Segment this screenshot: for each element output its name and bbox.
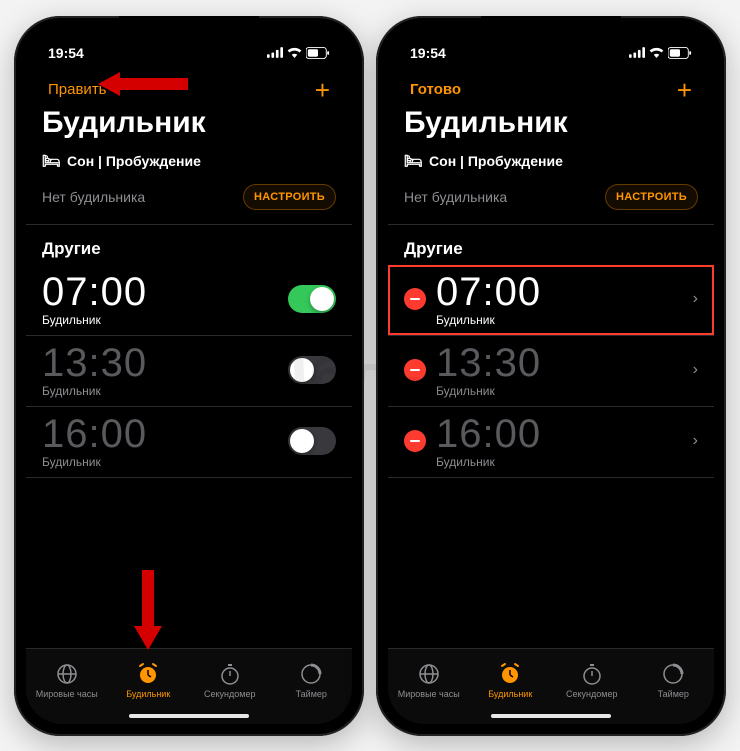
wifi-icon — [649, 47, 664, 58]
alarm-list-edit: 07:00 Будильник › 13:30 Будильник › — [388, 265, 714, 648]
alarm-toggle[interactable] — [288, 356, 336, 384]
setup-sleep-button[interactable]: НАСТРОИТЬ — [605, 184, 698, 210]
tab-label: Секундомер — [566, 689, 617, 699]
alarm-time: 16:00 — [436, 413, 683, 455]
alarm-toggle[interactable] — [288, 427, 336, 455]
alarm-label: Будильник — [436, 455, 683, 469]
screen-right: 19:54 Готово + Будильник 🛏 Сон | Пробужд… — [388, 28, 714, 724]
delete-alarm-button[interactable] — [404, 430, 426, 452]
tab-label: Секундомер — [204, 689, 255, 699]
nav-bar: Править + — [26, 68, 352, 104]
nav-bar: Готово + — [388, 68, 714, 104]
alarm-row[interactable]: 13:30 Будильник — [26, 336, 352, 407]
wifi-icon — [287, 47, 302, 58]
timer-icon — [299, 662, 323, 686]
bed-icon: 🛏 — [42, 152, 61, 170]
tab-label: Мировые часы — [398, 689, 460, 699]
notch — [481, 16, 621, 40]
globe-icon — [55, 662, 79, 686]
chevron-right-icon: › — [693, 432, 698, 450]
status-time: 19:54 — [48, 45, 84, 61]
alarm-label: Будильник — [436, 313, 683, 327]
tab-world-clock[interactable]: Мировые часы — [26, 649, 108, 712]
bed-icon: 🛏 — [404, 152, 423, 170]
tab-label: Будильник — [126, 689, 170, 699]
tab-label: Таймер — [296, 689, 327, 699]
add-alarm-button[interactable]: + — [671, 76, 698, 104]
tab-stopwatch[interactable]: Секундомер — [189, 649, 271, 712]
alarm-time: 07:00 — [42, 271, 278, 313]
globe-icon — [417, 662, 441, 686]
no-alarm-label: Нет будильника — [42, 189, 145, 205]
cellular-icon — [629, 47, 645, 58]
sleep-section-label: Сон | Пробуждение — [429, 153, 563, 169]
tab-world-clock[interactable]: Мировые часы — [388, 649, 470, 712]
alarm-label: Будильник — [42, 455, 278, 469]
tab-alarm[interactable]: Будильник — [470, 649, 552, 712]
tab-bar: Мировые часы Будильник Секундомер Таймер — [388, 648, 714, 724]
alarm-toggle[interactable] — [288, 285, 336, 313]
tab-stopwatch[interactable]: Секундомер — [551, 649, 633, 712]
alarm-label: Будильник — [42, 313, 278, 327]
sleep-row: Нет будильника НАСТРОИТЬ — [388, 176, 714, 225]
tab-timer[interactable]: Таймер — [271, 649, 353, 712]
status-time: 19:54 — [410, 45, 446, 61]
stopwatch-icon — [218, 662, 242, 686]
done-button[interactable]: Готово — [404, 80, 467, 99]
tab-label: Таймер — [658, 689, 689, 699]
alarm-row[interactable]: 16:00 Будильник — [26, 407, 352, 478]
sleep-section-header: 🛏 Сон | Пробуждение — [26, 148, 352, 176]
tab-label: Будильник — [488, 689, 532, 699]
tab-bar: Мировые часы Будильник Секундомер Таймер — [26, 648, 352, 724]
phone-left: 19:54 Править + Будильник 🛏 Сон | Пробуж… — [14, 16, 364, 736]
chevron-right-icon: › — [693, 361, 698, 379]
cellular-icon — [267, 47, 283, 58]
alarm-row-edit[interactable]: 07:00 Будильник › — [388, 265, 714, 336]
timer-icon — [661, 662, 685, 686]
alarm-time: 07:00 — [436, 271, 683, 313]
status-icons — [267, 47, 330, 59]
page-title: Будильник — [388, 104, 714, 148]
annotation-arrow-edit — [98, 64, 188, 104]
alarm-label: Будильник — [42, 384, 278, 398]
alarm-list: 07:00 Будильник 13:30 Будильник 16:00 — [26, 265, 352, 648]
phone-right: 19:54 Готово + Будильник 🛏 Сон | Пробужд… — [376, 16, 726, 736]
page-title: Будильник — [26, 104, 352, 148]
battery-icon — [668, 47, 692, 59]
delete-alarm-button[interactable] — [404, 359, 426, 381]
alarm-clock-icon — [136, 662, 160, 686]
others-label: Другие — [388, 225, 714, 265]
others-label: Другие — [26, 225, 352, 265]
alarm-time: 13:30 — [436, 342, 683, 384]
tab-alarm[interactable]: Будильник — [108, 649, 190, 712]
alarm-label: Будильник — [436, 384, 683, 398]
add-alarm-button[interactable]: + — [309, 76, 336, 104]
home-indicator[interactable] — [491, 714, 611, 718]
alarm-clock-icon — [498, 662, 522, 686]
alarm-row[interactable]: 07:00 Будильник — [26, 265, 352, 336]
alarm-row-edit[interactable]: 16:00 Будильник › — [388, 407, 714, 478]
sleep-row: Нет будильника НАСТРОИТЬ — [26, 176, 352, 225]
no-alarm-label: Нет будильника — [404, 189, 507, 205]
home-indicator[interactable] — [129, 714, 249, 718]
annotation-arrow-tab — [124, 570, 174, 650]
sleep-section-label: Сон | Пробуждение — [67, 153, 201, 169]
tab-label: Мировые часы — [36, 689, 98, 699]
delete-alarm-button[interactable] — [404, 288, 426, 310]
battery-icon — [306, 47, 330, 59]
screen-left: 19:54 Править + Будильник 🛏 Сон | Пробуж… — [26, 28, 352, 724]
alarm-row-edit[interactable]: 13:30 Будильник › — [388, 336, 714, 407]
notch — [119, 16, 259, 40]
setup-sleep-button[interactable]: НАСТРОИТЬ — [243, 184, 336, 210]
stopwatch-icon — [580, 662, 604, 686]
alarm-time: 13:30 — [42, 342, 278, 384]
status-icons — [629, 47, 692, 59]
tab-timer[interactable]: Таймер — [633, 649, 715, 712]
sleep-section-header: 🛏 Сон | Пробуждение — [388, 148, 714, 176]
alarm-time: 16:00 — [42, 413, 278, 455]
chevron-right-icon: › — [693, 290, 698, 308]
comparison-stage: Яблык 19:54 Править + Будильник 🛏 Сон | … — [10, 16, 730, 736]
